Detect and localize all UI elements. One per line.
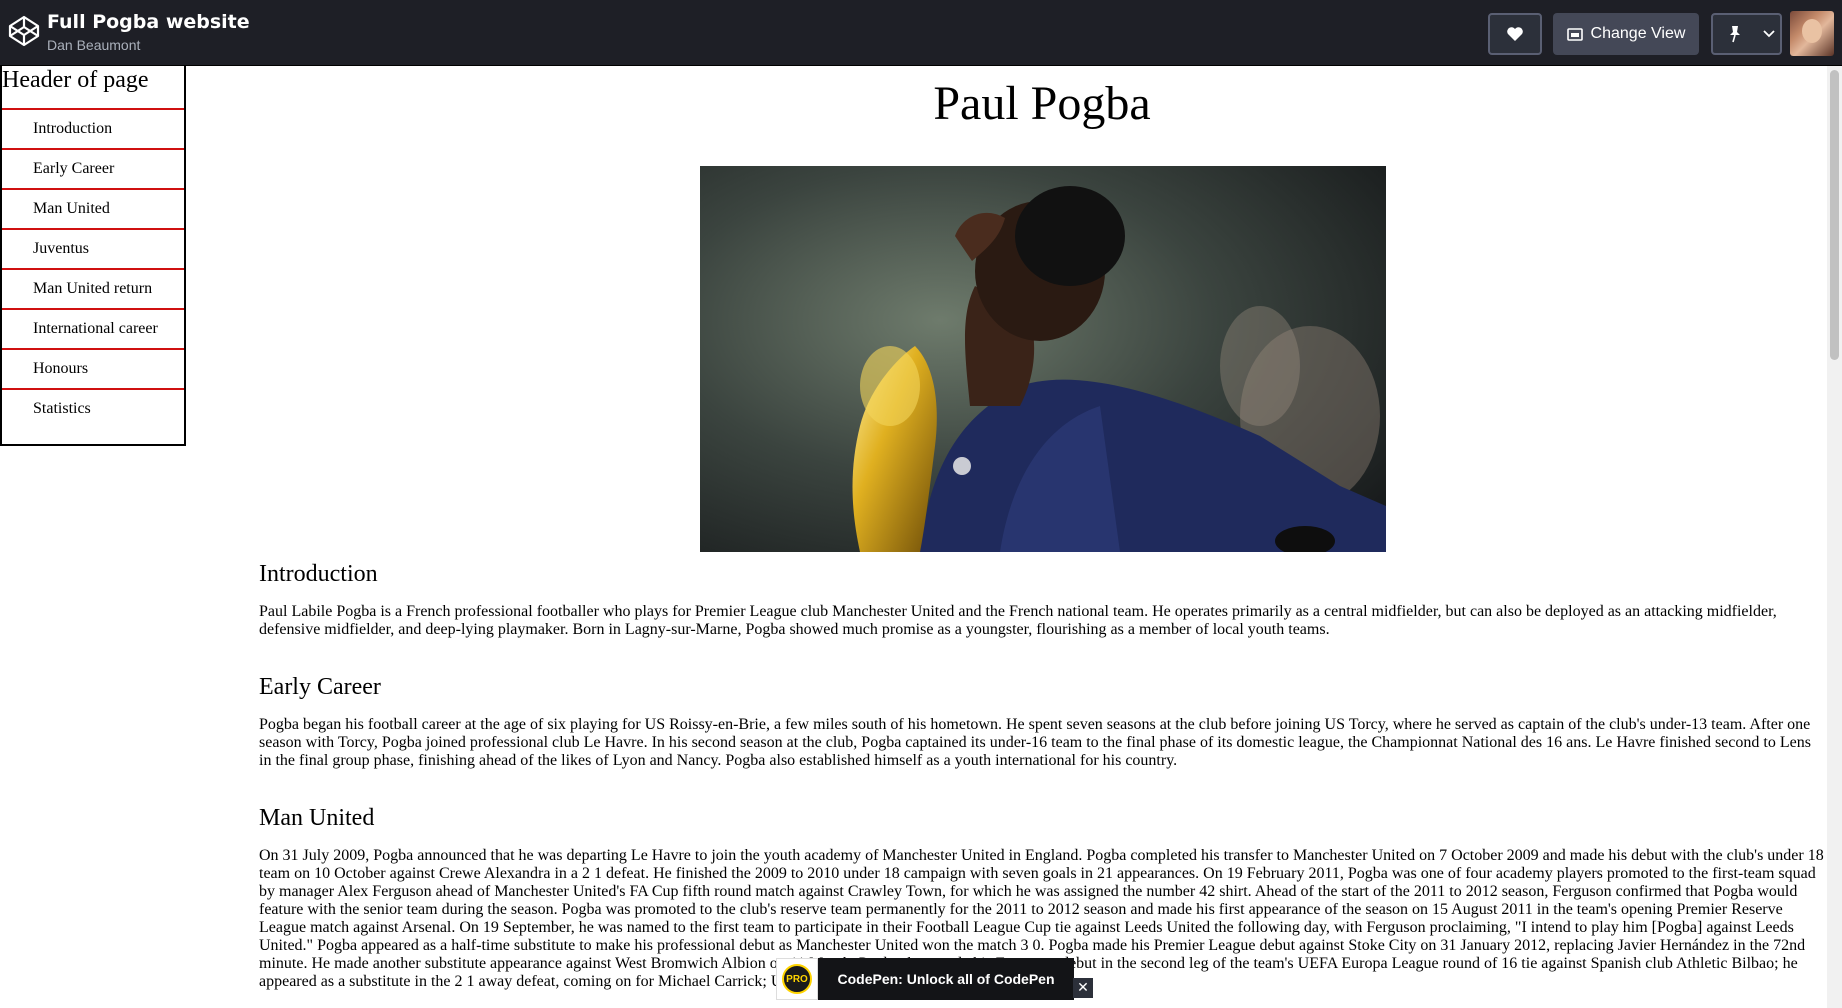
change-view-label: Change View: [1590, 25, 1686, 42]
section-heading: Man United: [259, 805, 375, 831]
nav-link-early-career[interactable]: Early Career: [2, 148, 184, 188]
nav-link-man-united-return[interactable]: Man United return: [2, 268, 184, 308]
page-title: Paul Pogba: [933, 77, 1151, 130]
section-heading: Early Career: [259, 674, 381, 700]
codepen-logo-icon[interactable]: [6, 13, 42, 49]
nav-list: Introduction Early Career Man United Juv…: [2, 108, 184, 428]
codepen-header: Full Pogba website Dan Beaumont Change V…: [0, 0, 1842, 66]
nav-link-honours[interactable]: Honours: [2, 348, 184, 388]
scrollbar-thumb[interactable]: [1830, 70, 1839, 360]
codepen-pro-toast[interactable]: PRO CodePen: Unlock all of CodePen ✕: [776, 958, 1093, 1000]
pin-icon: [1730, 26, 1740, 43]
section-early-career: Early Career Pogba began his football ca…: [259, 674, 1827, 770]
pin-button[interactable]: [1711, 13, 1759, 55]
nav-link-introduction[interactable]: Introduction: [2, 108, 184, 148]
change-view-button[interactable]: Change View: [1553, 13, 1699, 55]
user-avatar[interactable]: [1790, 11, 1834, 56]
pin-dropdown-button[interactable]: [1757, 13, 1782, 55]
page-scrollbar[interactable]: [1827, 66, 1842, 1008]
navbar: Header of page Introduction Early Career…: [0, 66, 186, 446]
section-introduction: Introduction Paul Labile Pogba is a Fren…: [259, 561, 1827, 639]
nav-link-man-united[interactable]: Man United: [2, 188, 184, 228]
pen-author[interactable]: Dan Beaumont: [47, 37, 140, 53]
section-heading: Introduction: [259, 561, 378, 587]
nav-link-international-career[interactable]: International career: [2, 308, 184, 348]
layout-icon: [1566, 27, 1583, 41]
nav-header: Header of page: [2, 67, 149, 93]
pro-badge-label: PRO: [782, 964, 812, 994]
hero-image: [700, 166, 1386, 552]
close-icon[interactable]: ✕: [1073, 978, 1093, 998]
toast-message[interactable]: CodePen: Unlock all of CodePen: [818, 958, 1074, 1000]
player-photo-illustration: [700, 166, 1386, 552]
pen-title[interactable]: Full Pogba website: [47, 11, 250, 33]
heart-icon: [1507, 27, 1523, 41]
section-body: Pogba began his football career at the a…: [259, 716, 1811, 769]
chevron-down-icon: [1762, 30, 1775, 38]
love-button[interactable]: [1488, 13, 1542, 55]
section-body: Paul Labile Pogba is a French profession…: [259, 603, 1777, 638]
nav-link-statistics[interactable]: Statistics: [2, 388, 184, 428]
nav-link-juventus[interactable]: Juventus: [2, 228, 184, 268]
pro-badge-icon[interactable]: PRO: [776, 958, 818, 1000]
